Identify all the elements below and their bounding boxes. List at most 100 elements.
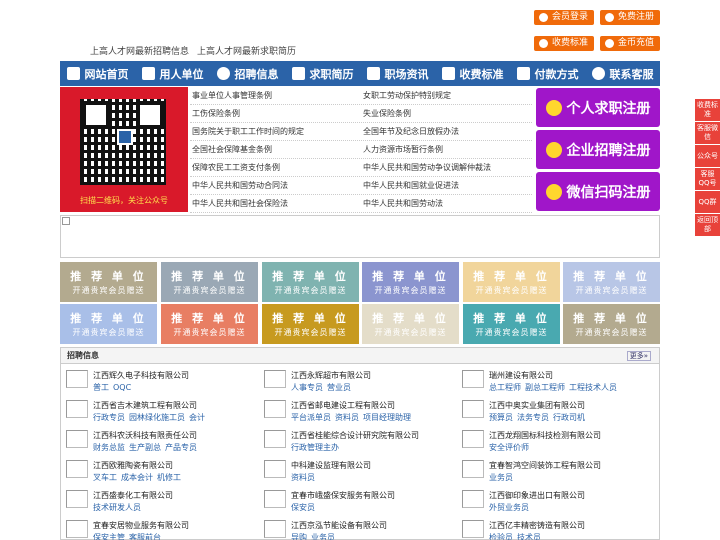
- company-name[interactable]: 江西省邮电建设工程有限公司: [291, 400, 395, 411]
- position-link[interactable]: 生产副总: [129, 443, 161, 452]
- company-name[interactable]: 江西御印象进出口有限公司: [489, 490, 585, 501]
- company-name[interactable]: 宜春市峨盛保安服务有限公司: [291, 490, 395, 501]
- wechat-register-button[interactable]: 微信扫码注册: [536, 172, 660, 211]
- company-name[interactable]: 江西盛泰化工有限公司: [93, 490, 173, 501]
- policy-link[interactable]: 工伤保险条例: [190, 105, 361, 122]
- company-logo[interactable]: [462, 430, 484, 448]
- policy-link[interactable]: 失业保险条例: [361, 105, 532, 122]
- company-name[interactable]: 瑞州建设有限公司: [489, 370, 553, 381]
- latest-jobs-link[interactable]: 上高人才网最新招聘信息: [90, 47, 189, 57]
- company-logo[interactable]: [66, 490, 88, 508]
- position-link[interactable]: 资料员: [291, 473, 315, 482]
- company-name[interactable]: 宜春安居物业服务有限公司: [93, 520, 189, 531]
- position-link[interactable]: 总工程师: [489, 383, 521, 392]
- position-link[interactable]: 法务专员: [517, 413, 549, 422]
- recommended-company-slot[interactable]: 推 荐 单 位开通贵宾会员赠送: [563, 304, 660, 344]
- company-logo[interactable]: [264, 520, 286, 538]
- position-link[interactable]: 检验员: [489, 533, 513, 540]
- policy-link[interactable]: 中华人民共和国劳动法: [361, 195, 532, 212]
- position-link[interactable]: 副总工程师: [525, 383, 565, 392]
- recommended-company-slot[interactable]: 推 荐 单 位开通贵宾会员赠送: [60, 262, 157, 302]
- position-link[interactable]: 业务员: [311, 533, 335, 540]
- position-link[interactable]: 导购: [291, 533, 307, 540]
- company-logo[interactable]: [66, 400, 88, 418]
- company-name[interactable]: 江西科农沃科技有限责任公司: [93, 430, 197, 441]
- company-name[interactable]: 江西中奥实业集团有限公司: [489, 400, 585, 411]
- policy-link[interactable]: 中华人民共和国劳动合同法: [190, 177, 361, 194]
- nav-resumes[interactable]: 求职简历: [285, 61, 360, 86]
- company-name[interactable]: 江西亿丰精密铸造有限公司: [489, 520, 585, 531]
- policy-link[interactable]: 中华人民共和国劳动争议调解仲裁法: [361, 159, 532, 176]
- position-link[interactable]: OQC: [113, 383, 131, 392]
- company-name[interactable]: 江西永辉超市有限公司: [291, 370, 371, 381]
- position-link[interactable]: 营业员: [327, 383, 351, 392]
- recommended-company-slot[interactable]: 推 荐 单 位开通贵宾会员赠送: [161, 304, 258, 344]
- back-to-top[interactable]: 返回顶部: [695, 214, 720, 236]
- position-link[interactable]: 行政司机: [553, 413, 585, 422]
- recommended-company-slot[interactable]: 推 荐 单 位开通贵宾会员赠送: [463, 304, 560, 344]
- company-logo[interactable]: [462, 400, 484, 418]
- recommended-company-slot[interactable]: 推 荐 单 位开通贵宾会员赠送: [463, 262, 560, 302]
- recommended-company-slot[interactable]: 推 荐 单 位开通贵宾会员赠送: [262, 304, 359, 344]
- position-link[interactable]: 技术研发人员: [93, 503, 141, 512]
- recommended-company-slot[interactable]: 推 荐 单 位开通贵宾会员赠送: [161, 262, 258, 302]
- policy-link[interactable]: 国务院关于职工工作时间的规定: [190, 123, 361, 140]
- position-link[interactable]: 成本会计: [121, 473, 153, 482]
- position-link[interactable]: 技术员: [517, 533, 541, 540]
- position-link[interactable]: 叉车工: [93, 473, 117, 482]
- company-name[interactable]: 江西龙翔国标科技检测有限公司: [489, 430, 601, 441]
- position-link[interactable]: 资料员: [335, 413, 359, 422]
- nav-fees[interactable]: 收费标准: [435, 61, 510, 86]
- company-logo[interactable]: [264, 460, 286, 478]
- recommended-company-slot[interactable]: 推 荐 单 位开通贵宾会员赠送: [362, 304, 459, 344]
- member-login-button[interactable]: 会员登录: [534, 10, 595, 25]
- position-link[interactable]: 行政管理主办: [291, 443, 339, 452]
- company-logo[interactable]: [66, 520, 88, 538]
- recommended-company-slot[interactable]: 推 荐 单 位开通贵宾会员赠送: [362, 262, 459, 302]
- position-link[interactable]: 保安员: [291, 503, 315, 512]
- personal-register-button[interactable]: 个人求职注册: [536, 88, 660, 127]
- position-link[interactable]: 业务员: [489, 473, 513, 482]
- position-link[interactable]: 保安主管: [93, 533, 125, 540]
- position-link[interactable]: 行政专员: [93, 413, 125, 422]
- position-link[interactable]: 普工: [93, 383, 109, 392]
- fee-standard-button[interactable]: 收费标准: [534, 36, 595, 51]
- latest-resumes-link[interactable]: 上高人才网最新求职简历: [197, 47, 296, 57]
- recommended-company-slot[interactable]: 推 荐 单 位开通贵宾会员赠送: [60, 304, 157, 344]
- position-link[interactable]: 人事专员: [291, 383, 323, 392]
- policy-link[interactable]: 事业单位人事管理条例: [190, 87, 361, 104]
- position-link[interactable]: 园林绿化施工员: [129, 413, 185, 422]
- company-name[interactable]: 中科建设监理有限公司: [291, 460, 371, 471]
- recommended-company-slot[interactable]: 推 荐 单 位开通贵宾会员赠送: [262, 262, 359, 302]
- position-link[interactable]: 外贸业务员: [489, 503, 529, 512]
- nav-employers[interactable]: 用人单位: [135, 61, 210, 86]
- company-logo[interactable]: [264, 430, 286, 448]
- position-link[interactable]: 预算员: [489, 413, 513, 422]
- company-logo[interactable]: [462, 520, 484, 538]
- policy-link[interactable]: 全国年节及纪念日放假办法: [361, 123, 532, 140]
- company-name[interactable]: 江西省吉木建筑工程有限公司: [93, 400, 197, 411]
- company-logo[interactable]: [462, 370, 484, 388]
- position-link[interactable]: 安全评价师: [489, 443, 529, 452]
- side-qq-group[interactable]: QQ群: [695, 191, 720, 213]
- nav-news[interactable]: 职场资讯: [360, 61, 435, 86]
- more-link[interactable]: 更多»: [626, 351, 651, 361]
- nav-contact[interactable]: 联系客服: [585, 61, 660, 86]
- policy-link[interactable]: 全国社会保障基金条例: [190, 141, 361, 158]
- company-name[interactable]: 宜春智鸿空间装饰工程有限公司: [489, 460, 601, 471]
- banner-ad[interactable]: [60, 215, 660, 258]
- nav-payment[interactable]: 付款方式: [510, 61, 585, 86]
- position-link[interactable]: 客服前台: [129, 533, 161, 540]
- company-name[interactable]: 江西省桂能综合设计研究院有限公司: [291, 430, 419, 441]
- nav-jobs[interactable]: 招聘信息: [210, 61, 285, 86]
- side-fee-standard[interactable]: 收费标准: [695, 99, 720, 121]
- company-logo[interactable]: [264, 370, 286, 388]
- policy-link[interactable]: 人力资源市场暂行条例: [361, 141, 532, 158]
- position-link[interactable]: 项目经理助理: [363, 413, 411, 422]
- company-logo[interactable]: [66, 430, 88, 448]
- position-link[interactable]: 会计: [189, 413, 205, 422]
- side-wechat[interactable]: 客服微信: [695, 122, 720, 144]
- side-official-account[interactable]: 公众号: [695, 145, 720, 167]
- policy-link[interactable]: 保障农民工工资支付条例: [190, 159, 361, 176]
- company-register-button[interactable]: 企业招聘注册: [536, 130, 660, 169]
